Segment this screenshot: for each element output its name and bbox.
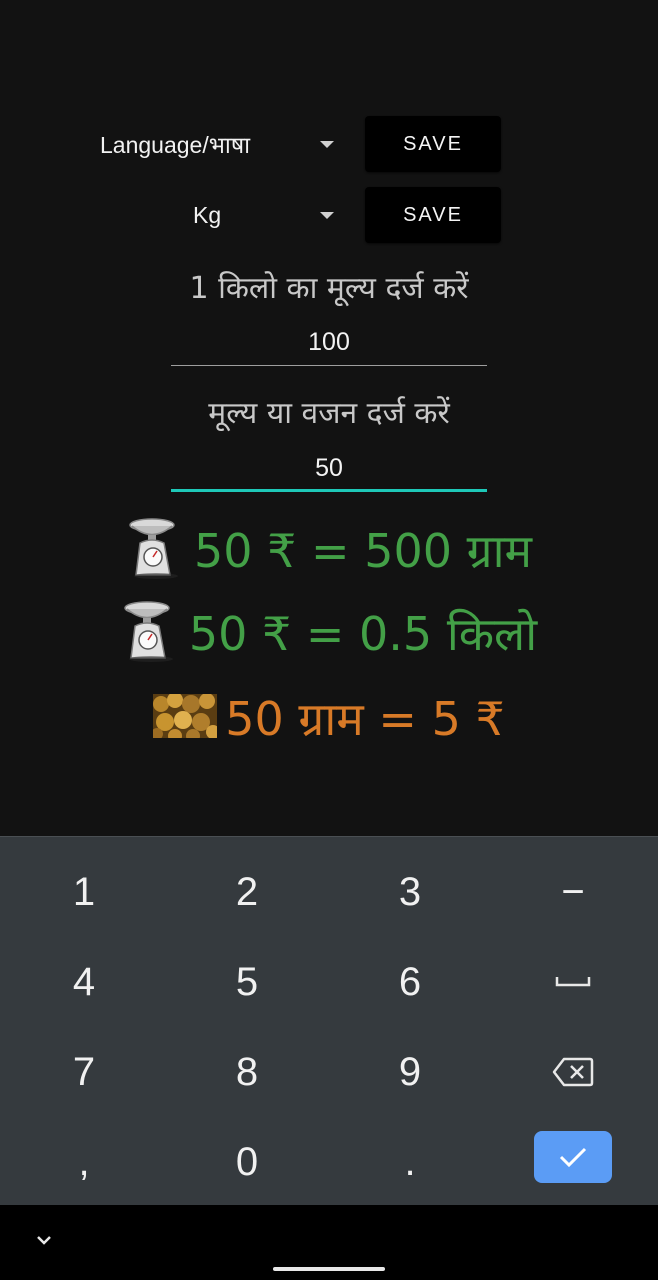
key-2[interactable]: 2 xyxy=(165,847,329,937)
amount-field-underline xyxy=(171,489,487,492)
dropdown-arrow-icon xyxy=(320,141,334,148)
hide-keyboard-button[interactable] xyxy=(30,1231,58,1251)
home-gesture-bar[interactable] xyxy=(273,1267,385,1271)
unit-row: Kg SAVE xyxy=(0,187,658,243)
key-space[interactable] xyxy=(491,937,655,1027)
price-per-kg-input[interactable] xyxy=(171,322,487,362)
backspace-icon xyxy=(552,1057,594,1087)
key-5[interactable]: 5 xyxy=(165,937,329,1027)
key-backspace[interactable] xyxy=(491,1027,655,1117)
key-dot[interactable]: . xyxy=(328,1117,492,1207)
key-1[interactable]: 1 xyxy=(2,847,166,937)
price-per-kg-field[interactable] xyxy=(171,322,487,366)
dropdown-arrow-icon xyxy=(320,212,334,219)
chevron-down-icon xyxy=(37,1236,51,1245)
grams-result: 50 ₹ = 500 ग्राम xyxy=(0,518,658,582)
language-save-button[interactable]: SAVE xyxy=(365,116,501,172)
amount-label: मूल्य या वजन दर्ज करें xyxy=(208,396,450,431)
checkmark-icon xyxy=(559,1147,587,1168)
navigation-bar xyxy=(0,1205,658,1280)
kilos-result-text: 50 ₹ = 0.5 किलो xyxy=(188,607,538,661)
key-7[interactable]: 7 xyxy=(2,1027,166,1117)
price-result: 50 ग्राम = 5 ₹ xyxy=(0,690,658,746)
weighing-scale-icon xyxy=(126,517,182,583)
space-icon xyxy=(555,977,591,987)
numeric-keyboard: 1 2 3 − 4 5 6 7 8 9 , 0 . xyxy=(0,836,658,1206)
enter-key[interactable] xyxy=(534,1131,612,1183)
language-spinner-label: Language/भाषा xyxy=(100,132,251,158)
grams-result-text: 50 ₹ = 500 ग्राम xyxy=(194,524,532,578)
app-screen: Language/भाषा SAVE Kg SAVE 1 किलो का मूल… xyxy=(0,0,658,836)
language-row: Language/भाषा SAVE xyxy=(0,116,658,172)
kilos-result: 50 ₹ = 0.5 किलो xyxy=(0,601,658,665)
unit-spinner[interactable]: Kg xyxy=(193,187,340,243)
unit-save-button[interactable]: SAVE xyxy=(365,187,501,243)
key-9[interactable]: 9 xyxy=(328,1027,492,1117)
key-0[interactable]: 0 xyxy=(165,1117,329,1207)
unit-spinner-label: Kg xyxy=(193,201,222,228)
key-6[interactable]: 6 xyxy=(328,937,492,1027)
key-4[interactable]: 4 xyxy=(2,937,166,1027)
key-8[interactable]: 8 xyxy=(165,1027,329,1117)
gold-coins-icon xyxy=(151,692,221,743)
price-per-kg-label: 1 किलो का मूल्य दर्ज करें xyxy=(189,271,469,306)
price-field-underline xyxy=(171,365,487,366)
key-3[interactable]: 3 xyxy=(328,847,492,937)
language-spinner[interactable]: Language/भाषा xyxy=(100,116,340,172)
weighing-scale-icon xyxy=(121,600,177,666)
key-minus[interactable]: − xyxy=(491,847,655,937)
key-comma[interactable]: , xyxy=(2,1117,166,1207)
price-result-text: 50 ग्राम = 5 ₹ xyxy=(225,692,505,746)
amount-field[interactable] xyxy=(171,448,487,492)
amount-input[interactable] xyxy=(171,448,487,488)
